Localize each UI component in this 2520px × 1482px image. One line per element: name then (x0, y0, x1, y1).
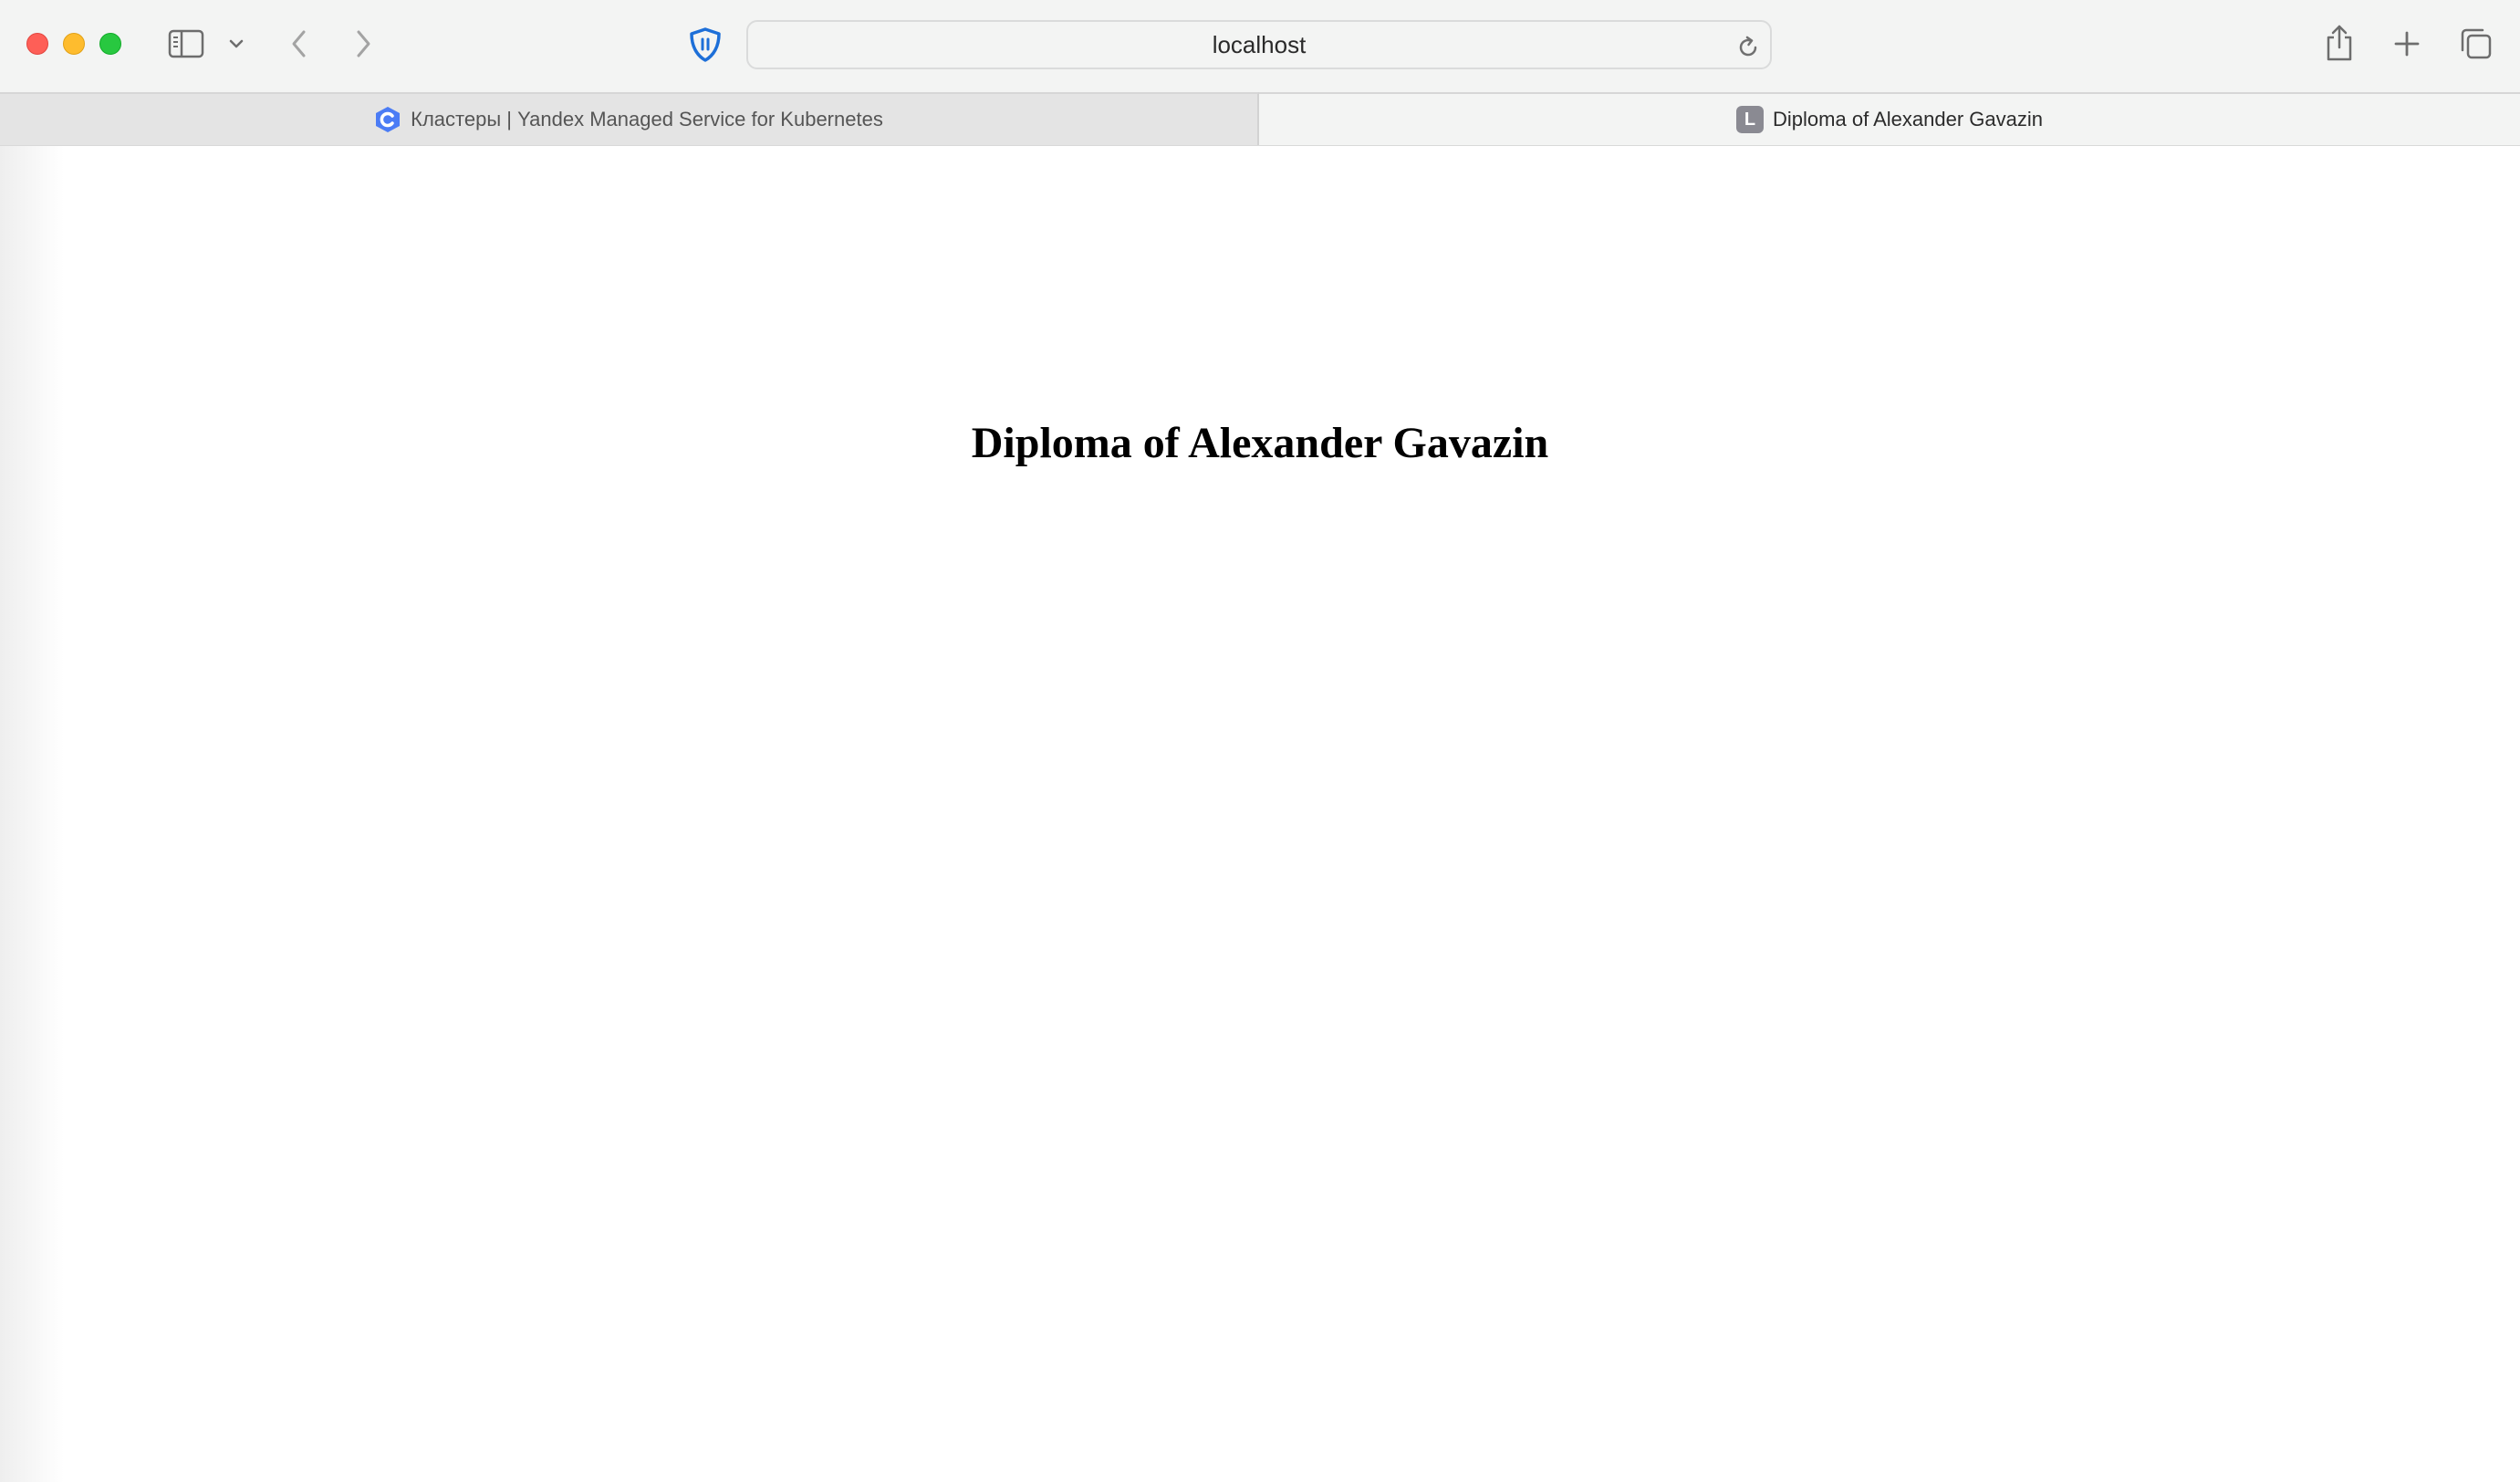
close-window-button[interactable] (26, 33, 48, 55)
plus-icon (2393, 30, 2421, 57)
tabs-overview-icon (2459, 26, 2494, 61)
address-url: localhost (1212, 30, 1307, 58)
forward-button[interactable] (349, 26, 378, 62)
sidebar-menu-button[interactable] (226, 33, 246, 55)
back-button[interactable] (285, 26, 314, 62)
tab-label: Diploma of Alexander Gavazin (1773, 108, 2043, 130)
browser-window: localhost Кластеры | Yandex Managed Serv… (0, 0, 2520, 1482)
sidebar-icon (168, 29, 204, 58)
share-icon (2324, 24, 2355, 62)
yandex-cloud-icon (374, 106, 401, 133)
page-title: Diploma of Alexander Gavazin (971, 419, 1549, 467)
chevron-down-icon (228, 38, 245, 49)
privacy-report-button[interactable] (686, 26, 724, 64)
site-letter-icon: L (1736, 106, 1765, 133)
shield-icon (688, 26, 723, 63)
chevron-left-icon (289, 28, 309, 59)
tab-overview-button[interactable] (2456, 24, 2496, 64)
chevron-right-icon (353, 28, 373, 59)
reload-button[interactable] (1734, 33, 1763, 62)
page-content: Diploma of Alexander Gavazin (0, 146, 2520, 1482)
sidebar-toggle-button[interactable] (168, 27, 204, 60)
toolbar: localhost (0, 0, 2520, 92)
tab-label: Кластеры | Yandex Managed Service for Ku… (411, 108, 883, 130)
new-tab-button[interactable] (2390, 26, 2423, 62)
reload-icon (1735, 35, 1761, 60)
address-bar[interactable]: localhost (746, 20, 1772, 69)
content-edge-shadow (0, 146, 64, 1482)
tab-bar: Кластеры | Yandex Managed Service for Ku… (0, 92, 2520, 145)
favicon-letter: L (1736, 106, 1765, 133)
minimize-window-button[interactable] (63, 33, 85, 55)
tab-diploma[interactable]: L Diploma of Alexander Gavazin (1259, 92, 2520, 145)
maximize-window-button[interactable] (99, 33, 121, 55)
tab-yandex-kubernetes[interactable]: Кластеры | Yandex Managed Service for Ku… (0, 92, 1259, 145)
share-button[interactable] (2321, 22, 2358, 64)
